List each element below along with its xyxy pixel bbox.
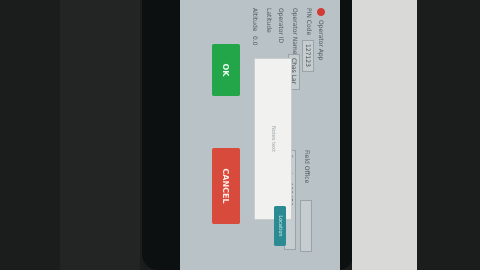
cancel-button[interactable]: CANCEL (212, 148, 240, 224)
latitude-label: Latitude (265, 8, 272, 33)
altitude-value: 0.0 (251, 36, 258, 46)
location-button[interactable]: Location (274, 206, 286, 246)
field-office-field[interactable] (300, 200, 312, 252)
background-surface-right (352, 0, 417, 270)
background-surface-left (60, 0, 140, 270)
field-office-label: Field Office (303, 150, 310, 184)
app-logo-icon (317, 8, 325, 16)
status-bar (328, 0, 340, 270)
notes-input[interactable]: Notes text (254, 58, 292, 220)
altitude-label: Altitude (251, 8, 258, 32)
ok-button[interactable]: OK (212, 44, 240, 96)
device-screen: Operator App PIN Code 127123 Operator Na… (180, 0, 340, 270)
pin-label: PIN Code (305, 8, 312, 36)
pin-field[interactable]: 127123 (302, 40, 314, 72)
operator-id-label: Operator ID (277, 8, 284, 44)
operator-name-label: Operator Name (291, 8, 298, 55)
app-title-bar: Operator App (314, 0, 328, 270)
app-title: Operator App (317, 20, 325, 61)
